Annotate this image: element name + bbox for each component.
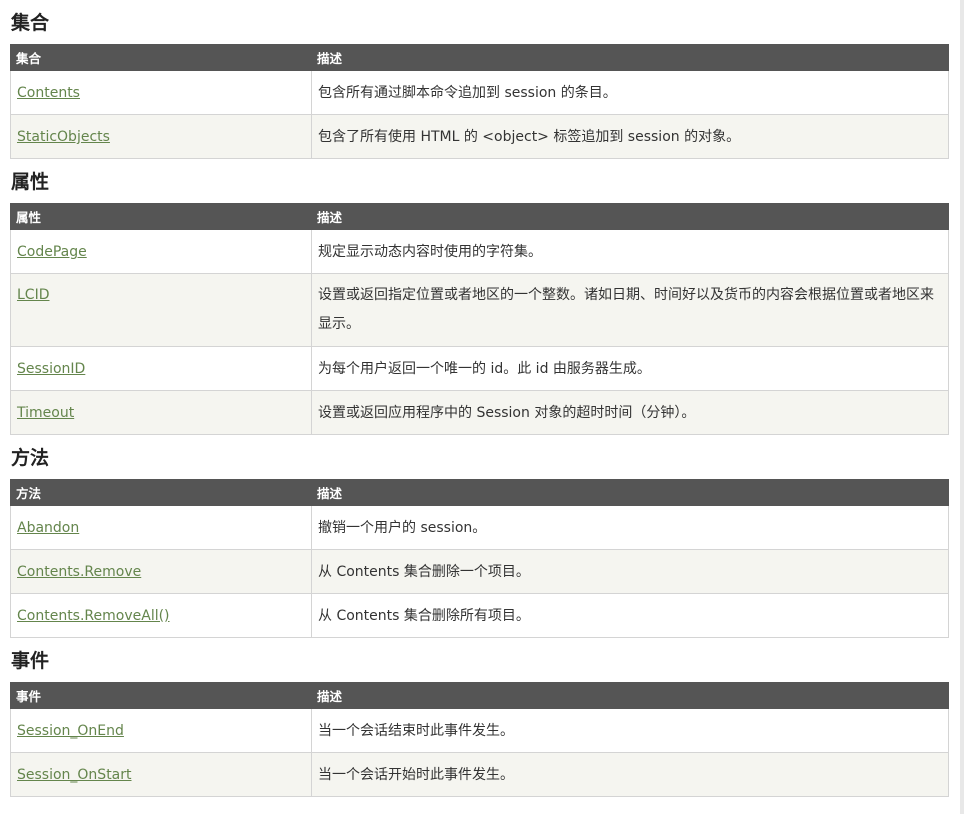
link-session-onend[interactable]: Session_OnEnd <box>17 723 124 739</box>
table-row: StaticObjects 包含了所有使用 HTML 的 <object> 标签… <box>10 114 949 159</box>
table-row: Timeout 设置或返回应用程序中的 Session 对象的超时时间（分钟）。 <box>10 390 949 435</box>
table-row: LCID 设置或返回指定位置或者地区的一个整数。诸如日期、时间好以及货币的内容会… <box>10 273 949 347</box>
row-description: 包含所有通过脚本命令追加到 session 的条目。 <box>311 70 949 115</box>
column-header-description: 描述 <box>311 479 949 506</box>
reference-content: 集合 集合 描述 Contents 包含所有通过脚本命令追加到 session … <box>10 0 949 797</box>
row-description: 设置或返回指定位置或者地区的一个整数。诸如日期、时间好以及货币的内容会根据位置或… <box>311 273 949 347</box>
row-description: 撤销一个用户的 session。 <box>311 505 949 550</box>
table-row: SessionID 为每个用户返回一个唯一的 id。此 id 由服务器生成。 <box>10 346 949 391</box>
link-lcid[interactable]: LCID <box>17 287 49 303</box>
link-contents[interactable]: Contents <box>17 85 80 101</box>
row-description: 当一个会话开始时此事件发生。 <box>311 752 949 797</box>
section-title-methods: 方法 <box>11 447 50 469</box>
table-row: Contents.RemoveAll() 从 Contents 集合删除所有项目… <box>10 593 949 638</box>
link-contents-removeall[interactable]: Contents.RemoveAll() <box>17 608 170 624</box>
column-header-name: 方法 <box>10 479 312 506</box>
table-row: Session_OnEnd 当一个会话结束时此事件发生。 <box>10 708 949 753</box>
section-title-collections: 集合 <box>11 12 50 34</box>
row-description: 从 Contents 集合删除一个项目。 <box>311 549 949 594</box>
column-header-name: 集合 <box>10 44 312 71</box>
section-title-events: 事件 <box>11 650 50 672</box>
table-row: Contents.Remove 从 Contents 集合删除一个项目。 <box>10 549 949 594</box>
section-title-properties: 属性 <box>11 171 50 193</box>
table-row: CodePage 规定显示动态内容时使用的字符集。 <box>10 229 949 274</box>
table-row: Session_OnStart 当一个会话开始时此事件发生。 <box>10 752 949 797</box>
row-description: 从 Contents 集合删除所有项目。 <box>311 593 949 638</box>
properties-table: 属性 描述 CodePage 规定显示动态内容时使用的字符集。 LCID 设置或… <box>10 203 949 435</box>
link-staticobjects[interactable]: StaticObjects <box>17 129 110 145</box>
row-description: 当一个会话结束时此事件发生。 <box>311 708 949 753</box>
link-abandon[interactable]: Abandon <box>17 520 79 536</box>
row-description: 规定显示动态内容时使用的字符集。 <box>311 229 949 274</box>
row-description: 包含了所有使用 HTML 的 <object> 标签追加到 session 的对… <box>311 114 949 159</box>
link-contents-remove[interactable]: Contents.Remove <box>17 564 141 580</box>
collections-table: 集合 描述 Contents 包含所有通过脚本命令追加到 session 的条目… <box>10 44 949 159</box>
link-session-onstart[interactable]: Session_OnStart <box>17 767 132 783</box>
column-header-name: 事件 <box>10 682 312 709</box>
row-description: 设置或返回应用程序中的 Session 对象的超时时间（分钟）。 <box>311 390 949 435</box>
events-table: 事件 描述 Session_OnEnd 当一个会话结束时此事件发生。 Sessi… <box>10 682 949 797</box>
link-codepage[interactable]: CodePage <box>17 244 87 260</box>
row-description: 为每个用户返回一个唯一的 id。此 id 由服务器生成。 <box>311 346 949 391</box>
column-header-description: 描述 <box>311 44 949 71</box>
vertical-scrollbar[interactable] <box>960 0 964 814</box>
table-row: Abandon 撤销一个用户的 session。 <box>10 505 949 550</box>
link-timeout[interactable]: Timeout <box>17 405 74 421</box>
column-header-description: 描述 <box>311 682 949 709</box>
link-sessionid[interactable]: SessionID <box>17 361 85 377</box>
table-row: Contents 包含所有通过脚本命令追加到 session 的条目。 <box>10 70 949 115</box>
column-header-description: 描述 <box>311 203 949 230</box>
column-header-name: 属性 <box>10 203 312 230</box>
methods-table: 方法 描述 Abandon 撤销一个用户的 session。 Contents.… <box>10 479 949 638</box>
